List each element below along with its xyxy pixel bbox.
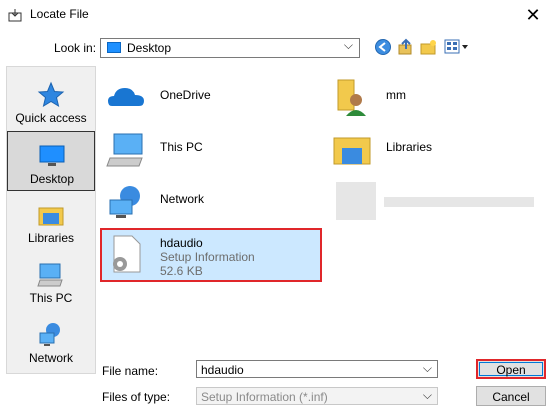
cancel-button[interactable]: Cancel bbox=[476, 386, 546, 406]
redacted-item-label bbox=[384, 197, 534, 207]
user-folder-icon bbox=[337, 79, 366, 116]
star-icon bbox=[37, 81, 65, 108]
back-icon[interactable] bbox=[374, 38, 392, 56]
place-label: Network bbox=[28, 351, 73, 365]
scrollbar[interactable] bbox=[546, 66, 554, 348]
place-label: This PC bbox=[29, 291, 73, 305]
item-name: OneDrive bbox=[160, 88, 211, 102]
open-button[interactable]: Open bbox=[476, 359, 546, 379]
item-name: Network bbox=[160, 192, 205, 206]
chevron-down-icon: ⌵ bbox=[343, 38, 353, 52]
desktop-icon bbox=[39, 145, 65, 166]
look-in-row: Look in: Desktop ⌵ bbox=[0, 36, 556, 60]
cloud-icon bbox=[108, 88, 144, 106]
place-label: Quick access bbox=[15, 111, 87, 125]
item-name: mm bbox=[386, 88, 406, 102]
place-libraries[interactable]: Libraries bbox=[7, 191, 95, 251]
place-network[interactable]: Network bbox=[7, 311, 95, 371]
close-icon: ✕ bbox=[525, 4, 541, 25]
look-in-combo[interactable]: Desktop ⌵ bbox=[100, 38, 360, 58]
item-name: Libraries bbox=[386, 140, 433, 154]
desktop-icon bbox=[107, 42, 121, 53]
file-name-value: hdaudio bbox=[201, 363, 244, 377]
libraries-icon bbox=[333, 137, 371, 165]
list-item-mm[interactable]: mm bbox=[328, 74, 528, 120]
place-label: Libraries bbox=[27, 231, 75, 245]
file-name-input[interactable]: hdaudio ⌵ bbox=[196, 360, 438, 378]
cancel-button-label: Cancel bbox=[492, 390, 530, 404]
item-name: This PC bbox=[160, 140, 203, 154]
file-name-label: File name: bbox=[102, 364, 159, 378]
list-item-this-pc[interactable]: This PC bbox=[102, 126, 302, 172]
network-icon bbox=[109, 186, 140, 218]
view-menu-icon[interactable] bbox=[444, 38, 470, 56]
computer-icon bbox=[106, 133, 143, 167]
title-bar: Locate File ✕ bbox=[0, 0, 556, 30]
chevron-down-icon: ⌵ bbox=[422, 388, 432, 402]
network-icon bbox=[39, 323, 60, 346]
new-folder-icon[interactable] bbox=[420, 38, 438, 56]
redacted-item-icon bbox=[336, 182, 376, 220]
list-item-network[interactable]: Network bbox=[102, 178, 302, 224]
app-icon bbox=[8, 9, 22, 22]
place-this-pc[interactable]: This PC bbox=[7, 251, 95, 311]
libraries-icon bbox=[38, 207, 64, 226]
up-folder-icon[interactable] bbox=[397, 38, 415, 56]
places-bar: Quick access Desktop Libraries This PC N… bbox=[6, 66, 96, 374]
window-title: Locate File bbox=[30, 7, 89, 21]
look-in-label: Look in: bbox=[54, 41, 97, 55]
file-type-value: Setup Information (*.inf) bbox=[201, 390, 328, 404]
file-list[interactable]: OneDrive mm This PC Libraries Network hd… bbox=[98, 66, 546, 348]
highlight-box-hdaudio bbox=[100, 228, 322, 282]
close-button[interactable]: ✕ bbox=[510, 0, 556, 30]
place-quick-access[interactable]: Quick access bbox=[7, 71, 95, 131]
file-type-select[interactable]: Setup Information (*.inf) ⌵ bbox=[196, 387, 438, 405]
file-type-label: Files of type: bbox=[102, 390, 171, 404]
place-label: Desktop bbox=[29, 172, 75, 186]
list-item-libraries[interactable]: Libraries bbox=[328, 126, 528, 172]
computer-icon bbox=[37, 263, 63, 287]
look-in-value: Desktop bbox=[127, 41, 172, 55]
list-item-onedrive[interactable]: OneDrive bbox=[102, 74, 302, 120]
place-desktop[interactable]: Desktop bbox=[7, 131, 95, 191]
chevron-down-icon: ⌵ bbox=[422, 361, 432, 375]
open-button-label: Open bbox=[479, 362, 543, 377]
